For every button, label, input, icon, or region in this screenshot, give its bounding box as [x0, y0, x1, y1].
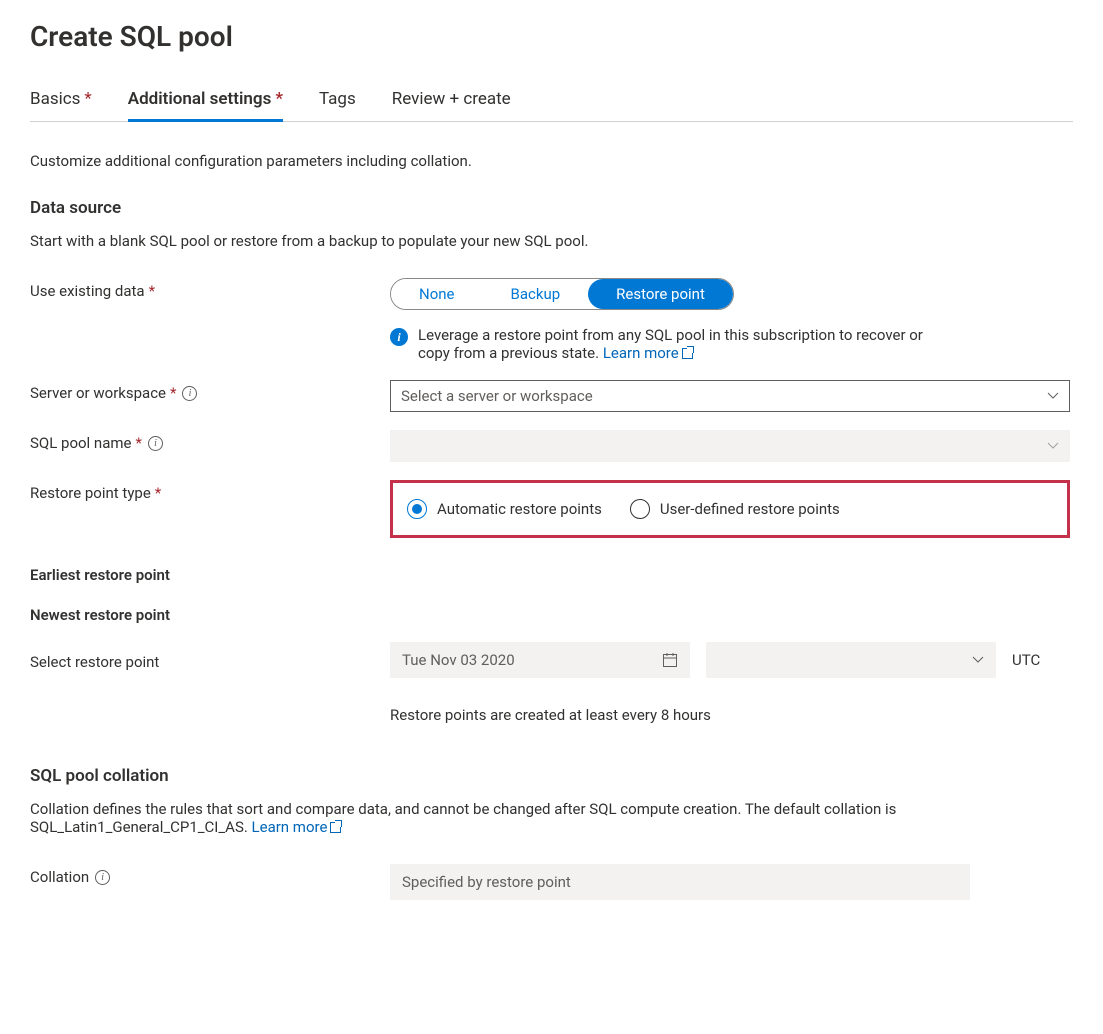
required-asterisk: *	[149, 282, 155, 300]
info-icon: i	[390, 328, 408, 346]
desc-text: Collation defines the rules that sort an…	[30, 800, 896, 836]
chevron-down-icon	[1047, 440, 1059, 452]
info-icon[interactable]: i	[95, 870, 110, 885]
data-source-description: Start with a blank SQL pool or restore f…	[30, 232, 1073, 250]
collation-value: Specified by restore point	[402, 873, 571, 891]
link-text: Learn more	[252, 818, 328, 836]
required-asterisk: *	[84, 89, 91, 109]
tab-label: Review + create	[392, 89, 511, 109]
label-text: Collation	[30, 868, 89, 886]
required-asterisk: *	[135, 434, 141, 452]
newest-restore-row: Newest restore point	[30, 602, 1073, 624]
radio-icon	[630, 499, 650, 519]
external-link-icon	[330, 822, 341, 833]
server-workspace-select[interactable]: Select a server or workspace	[390, 380, 1070, 412]
tab-label: Basics	[30, 89, 80, 109]
restore-point-type-label: Restore point type*	[30, 480, 390, 502]
collation-input: Specified by restore point	[390, 864, 970, 900]
required-asterisk: *	[155, 484, 161, 502]
sql-pool-name-select[interactable]	[390, 430, 1070, 462]
restore-point-info: i Leverage a restore point from any SQL …	[390, 326, 950, 362]
use-existing-data-label: Use existing data*	[30, 278, 390, 300]
label-text: Use existing data	[30, 282, 145, 300]
placeholder-text: Select a server or workspace	[401, 387, 593, 405]
collation-row: Collation i Specified by restore point	[30, 864, 1073, 900]
collation-learn-more-link[interactable]: Learn more	[252, 818, 342, 836]
date-value: Tue Nov 03 2020	[402, 651, 515, 669]
data-source-heading: Data source	[30, 198, 1073, 218]
radio-automatic-restore[interactable]: Automatic restore points	[407, 499, 602, 519]
select-restore-point-row: Select restore point Tue Nov 03 2020 UTC	[30, 642, 1073, 678]
tab-basics[interactable]: Basics*	[30, 89, 92, 121]
tab-review-create[interactable]: Review + create	[392, 89, 511, 121]
earliest-restore-label: Earliest restore point	[30, 562, 390, 584]
external-link-icon	[682, 348, 693, 359]
restore-hint-row: Restore points are created at least ever…	[30, 696, 1073, 724]
use-existing-data-row: Use existing data* None Backup Restore p…	[30, 278, 1073, 362]
tab-label: Tags	[319, 89, 356, 109]
restore-hint: Restore points are created at least ever…	[390, 706, 1070, 724]
sql-pool-name-label: SQL pool name* i	[30, 430, 390, 452]
required-asterisk: *	[170, 384, 176, 402]
page-title: Create SQL pool	[30, 20, 1073, 53]
restore-point-type-row: Restore point type* Automatic restore po…	[30, 480, 1073, 562]
earliest-restore-row: Earliest restore point	[30, 562, 1073, 584]
option-backup[interactable]: Backup	[483, 279, 589, 309]
sql-pool-name-row: SQL pool name* i	[30, 430, 1073, 462]
info-icon[interactable]: i	[148, 436, 163, 451]
radio-user-defined-restore[interactable]: User-defined restore points	[630, 499, 840, 519]
restore-time-select[interactable]	[706, 642, 996, 678]
intro-text: Customize additional configuration param…	[30, 152, 1073, 170]
info-icon[interactable]: i	[182, 386, 197, 401]
chevron-down-icon	[1047, 390, 1059, 402]
option-restore-point[interactable]: Restore point	[588, 279, 733, 309]
calendar-icon	[662, 652, 678, 668]
label-text: Restore point type	[30, 484, 151, 502]
tab-additional-settings[interactable]: Additional settings*	[128, 89, 283, 122]
option-none[interactable]: None	[391, 279, 483, 309]
restore-date-input[interactable]: Tue Nov 03 2020	[390, 642, 690, 678]
radio-icon	[407, 499, 427, 519]
label-text: Server or workspace	[30, 384, 166, 402]
server-workspace-row: Server or workspace* i Select a server o…	[30, 380, 1073, 412]
timezone-label: UTC	[1012, 651, 1040, 669]
link-text: Learn more	[603, 344, 679, 362]
restore-type-radio-group: Automatic restore points User-defined re…	[407, 495, 1053, 523]
label-text: SQL pool name	[30, 434, 131, 452]
tab-label: Additional settings	[128, 89, 272, 109]
collation-description: Collation defines the rules that sort an…	[30, 800, 1073, 836]
chevron-down-icon	[972, 654, 984, 666]
learn-more-link[interactable]: Learn more	[603, 344, 693, 362]
tab-tags[interactable]: Tags	[319, 89, 356, 121]
select-restore-point-label: Select restore point	[30, 649, 390, 671]
tabs-bar: Basics* Additional settings* Tags Review…	[30, 89, 1073, 122]
use-existing-data-toggle: None Backup Restore point	[390, 278, 734, 310]
server-workspace-label: Server or workspace* i	[30, 380, 390, 402]
radio-label: Automatic restore points	[437, 500, 602, 518]
required-asterisk: *	[275, 89, 283, 109]
collation-label: Collation i	[30, 864, 390, 886]
restore-type-highlight: Automatic restore points User-defined re…	[390, 480, 1070, 538]
info-text: Leverage a restore point from any SQL po…	[418, 326, 950, 362]
newest-restore-label: Newest restore point	[30, 602, 390, 624]
radio-label: User-defined restore points	[660, 500, 840, 518]
collation-heading: SQL pool collation	[30, 766, 1073, 786]
